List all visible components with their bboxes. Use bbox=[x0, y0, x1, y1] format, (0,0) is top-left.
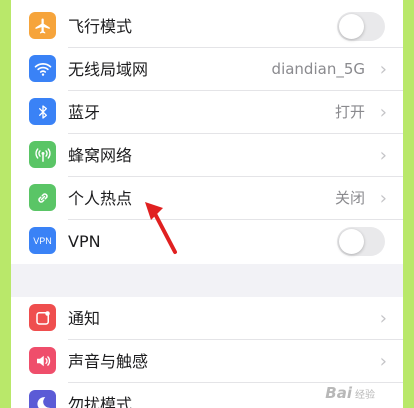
airplane-mode-label: 飞行模式 bbox=[68, 17, 133, 36]
bluetooth-label: 蓝牙 bbox=[68, 103, 101, 122]
personal-hotspot-status-value: 关闭 bbox=[334, 189, 365, 207]
wifi-network-value: diandian_5G bbox=[271, 60, 365, 78]
hotspot-icon bbox=[29, 184, 56, 211]
watermark-text: Bai bbox=[325, 384, 352, 402]
notifications-icon bbox=[29, 304, 56, 331]
personal-hotspot-label: 个人热点 bbox=[68, 189, 133, 208]
airplane-mode-toggle[interactable] bbox=[337, 12, 385, 41]
annotation-arrow-icon bbox=[145, 202, 177, 254]
vpn-label: VPN bbox=[68, 232, 101, 251]
chevron-right-icon: › bbox=[379, 188, 387, 209]
bluetooth-status-value: 打开 bbox=[334, 103, 365, 121]
wifi-label: 无线局域网 bbox=[68, 60, 149, 79]
watermark-subtext: 经验 bbox=[355, 390, 375, 401]
airplane-icon bbox=[29, 12, 56, 39]
settings-row-notifications[interactable]: 通知 › bbox=[11, 297, 403, 340]
vpn-icon: VPN bbox=[29, 227, 56, 254]
settings-screen: 飞行模式 无线局域网 diandian_5G › 蓝牙 打开 › 蜂窝网络 › … bbox=[11, 0, 403, 408]
do-not-disturb-icon bbox=[29, 390, 56, 408]
settings-row-cellular[interactable]: 蜂窝网络 › bbox=[11, 134, 403, 177]
vpn-icon-text: VPN bbox=[33, 235, 52, 246]
toggle-knob bbox=[339, 14, 364, 39]
connectivity-group: 飞行模式 无线局域网 diandian_5G › 蓝牙 打开 › 蜂窝网络 › … bbox=[11, 0, 403, 264]
settings-row-airplane-mode[interactable]: 飞行模式 bbox=[11, 5, 403, 48]
toggle-knob bbox=[339, 229, 364, 254]
chevron-right-icon: › bbox=[379, 351, 387, 372]
settings-row-sounds-haptics[interactable]: 声音与触感 › bbox=[11, 340, 403, 383]
settings-row-bluetooth[interactable]: 蓝牙 打开 › bbox=[11, 91, 403, 134]
settings-row-vpn[interactable]: VPN VPN bbox=[11, 220, 403, 263]
cellular-label: 蜂窝网络 bbox=[68, 146, 133, 165]
wifi-icon bbox=[29, 55, 56, 82]
cellular-icon bbox=[29, 141, 56, 168]
bluetooth-icon bbox=[29, 98, 56, 125]
settings-row-wifi[interactable]: 无线局域网 diandian_5G › bbox=[11, 48, 403, 91]
chevron-right-icon: › bbox=[379, 308, 387, 329]
baidu-watermark: Bai 经验 bbox=[325, 384, 375, 402]
chevron-right-icon: › bbox=[379, 59, 387, 80]
do-not-disturb-label: 勿扰模式 bbox=[68, 395, 133, 408]
chevron-right-icon: › bbox=[379, 145, 387, 166]
settings-row-personal-hotspot[interactable]: 个人热点 关闭 › bbox=[11, 177, 403, 220]
notifications-label: 通知 bbox=[68, 309, 101, 328]
sounds-haptics-label: 声音与触感 bbox=[68, 352, 149, 371]
sounds-icon bbox=[29, 347, 56, 374]
vpn-toggle[interactable] bbox=[337, 227, 385, 256]
chevron-right-icon: › bbox=[379, 102, 387, 123]
